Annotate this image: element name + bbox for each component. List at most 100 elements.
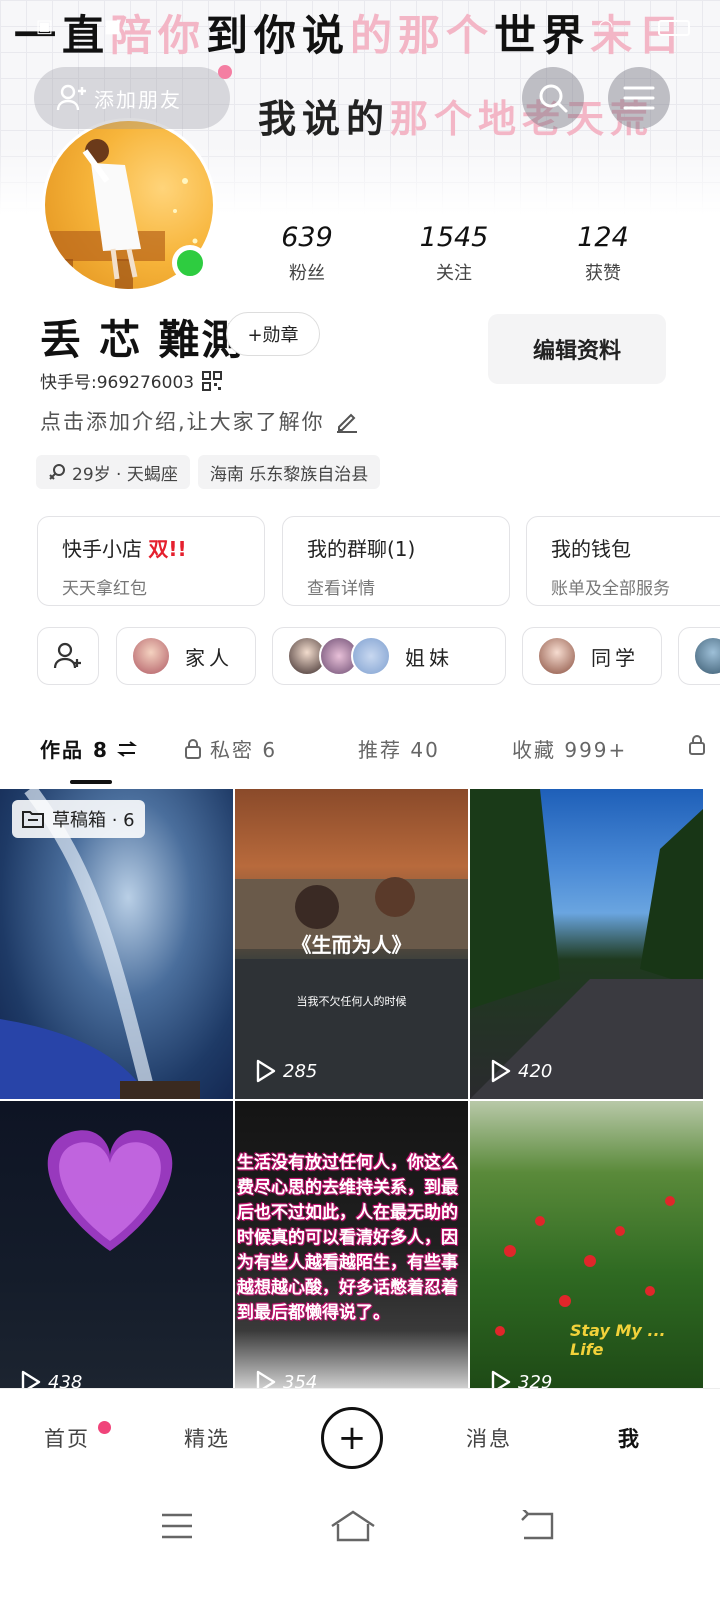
play-count: 420 [490,1059,552,1083]
play-icon [256,1059,276,1083]
bottom-nav: 首页 精选 + 消息 我 [0,1388,720,1486]
shop-card-title: 快手小店 双!! [62,537,187,561]
nav-me[interactable]: 我 [618,1423,641,1453]
group-chip-more[interactable] [678,627,720,685]
tile-title: 《生而为人》 [291,933,412,957]
nickname: 丢 芯 難測 [40,316,245,364]
add-friend-label: 添加朋友 [94,87,182,112]
stat-likes[interactable]: 124 获赞 [543,222,663,285]
intro-row[interactable]: 点击添加介绍,让大家了解你 [40,406,359,436]
wallet-card[interactable]: 我的钱包 账单及全部服务 [526,516,720,606]
video-tile[interactable]: Stay My ... Life 329 [470,1101,703,1388]
group-avatar [351,636,391,676]
create-button[interactable]: + [321,1407,383,1469]
group-avatar [537,636,577,676]
tab-favorites[interactable]: 收藏 999+ [512,734,627,763]
play-count: 438 [20,1370,82,1388]
home-icon[interactable] [330,1510,376,1542]
kuaishou-id-row[interactable]: 快手号:969276003 [40,368,223,393]
drafts-button[interactable]: 草稿箱 · 6 [12,800,145,838]
age-tag[interactable]: 29岁 · 天蝎座 [36,455,190,489]
video-tile[interactable]: 438 [0,1101,233,1388]
tile-subtitle: 当我不欠任何人的时候 [296,995,407,1008]
play-icon [256,1370,276,1388]
play-count: 285 [255,1059,317,1083]
tab-works[interactable]: 作品 8 [40,734,137,763]
group-chat-card-subtitle: 查看详情 [307,579,375,599]
likes-count: 124 [577,222,629,253]
search-button[interactable] [522,67,584,129]
profile-page: 一直陪你到你说的那个世界末日 我说的那个地老天荒 ▣ ■ ◠ 添加朋友 639 … [0,0,720,1606]
group-chip-classmates[interactable]: 同学 [522,627,662,685]
profile-tags: 29岁 · 天蝎座 海南 乐东黎族自治县 [36,455,381,489]
tile-quote: 生活没有放过任何人，你这么费尽心思的去维持关系，到最后也不过如此，人在最无助的时… [237,1153,458,1323]
group-avatar [131,636,171,676]
video-tile[interactable]: 420 [470,789,703,1099]
followers-count: 639 [281,222,333,253]
group-chat-card-title: 我的群聊(1) [307,537,416,561]
kuaishou-id: 快手号:969276003 [40,373,195,393]
following-count: 1545 [419,222,489,253]
system-nav-bar [0,1486,720,1606]
nav-home[interactable]: 首页 [44,1423,90,1453]
add-user-icon [53,642,81,669]
video-thumbnail [470,789,703,1099]
online-status-dot [172,245,208,281]
shop-card[interactable]: 快手小店 双!! 天天拿红包 [37,516,265,606]
play-count: 354 [255,1370,317,1388]
play-icon [491,1059,511,1083]
location-tag[interactable]: 海南 乐东黎族自治县 [197,455,381,489]
group-name: 同学 [591,645,639,670]
followers-label: 粉丝 [289,263,325,284]
video-tile[interactable]: 生活没有放过任何人，你这么费尽心思的去维持关系，到最后也不过如此，人在最无助的时… [235,1101,468,1388]
group-name: 姐妹 [405,645,453,670]
shop-card-badge: 双!! [148,537,187,561]
swap-icon [116,740,137,757]
video-thumbnail [47,1130,173,1251]
play-icon [21,1370,41,1388]
shop-card-subtitle: 天天拿红包 [62,579,147,599]
add-friend-button[interactable]: 添加朋友 [34,65,232,129]
intro-placeholder: 点击添加介绍,让大家了解你 [40,410,325,434]
add-user-icon [56,84,86,111]
notification-icon: ▣ [36,16,54,37]
menu-icon [623,86,655,110]
battery-icon [658,20,690,36]
wallet-card-title: 我的钱包 [551,537,631,561]
edit-profile-button[interactable]: 编辑资料 [488,314,666,384]
back-icon[interactable] [518,1510,556,1542]
active-tab-indicator [70,780,112,784]
group-avatar [693,636,720,676]
nav-home-dot [98,1421,111,1434]
stat-following[interactable]: 1545 关注 [394,222,514,285]
tile-overlay-text: Stay My ... Life [570,1321,666,1359]
stat-followers[interactable]: 639 粉丝 [247,222,367,285]
lock-icon [185,738,201,759]
add-medal-button[interactable]: +勋章 [226,312,320,356]
tab-recommended[interactable]: 推荐 40 [358,734,440,763]
group-name: 家人 [185,645,233,670]
group-chat-card[interactable]: 我的群聊(1) 查看详情 [282,516,510,606]
menu-button[interactable] [608,67,670,129]
notification-dot [218,65,232,79]
menu-icon[interactable] [160,1512,194,1540]
play-icon [491,1370,511,1388]
pencil-icon [336,413,357,433]
video-icon: ■ [104,16,122,37]
wallet-card-subtitle: 账单及全部服务 [551,579,670,599]
group-chip-family[interactable]: 家人 [116,627,256,685]
status-bar: ▣ ■ ◠ [0,0,720,56]
nav-featured[interactable]: 精选 [184,1423,230,1453]
qr-code-icon[interactable] [202,370,223,391]
tab-private[interactable]: 私密 6 [184,734,277,763]
lock-icon [689,735,705,755]
group-chip-sisters[interactable]: 姐妹 [272,627,506,685]
add-group-button[interactable] [37,627,99,685]
video-tile[interactable]: 《生而为人》 当我不欠任何人的时候 285 [235,789,468,1099]
search-icon [539,84,568,113]
nav-messages[interactable]: 消息 [466,1423,512,1453]
tab-liked-locked[interactable] [688,734,706,756]
likes-label: 获赞 [585,263,621,284]
folder-icon [22,811,44,828]
gender-icon [49,464,65,480]
